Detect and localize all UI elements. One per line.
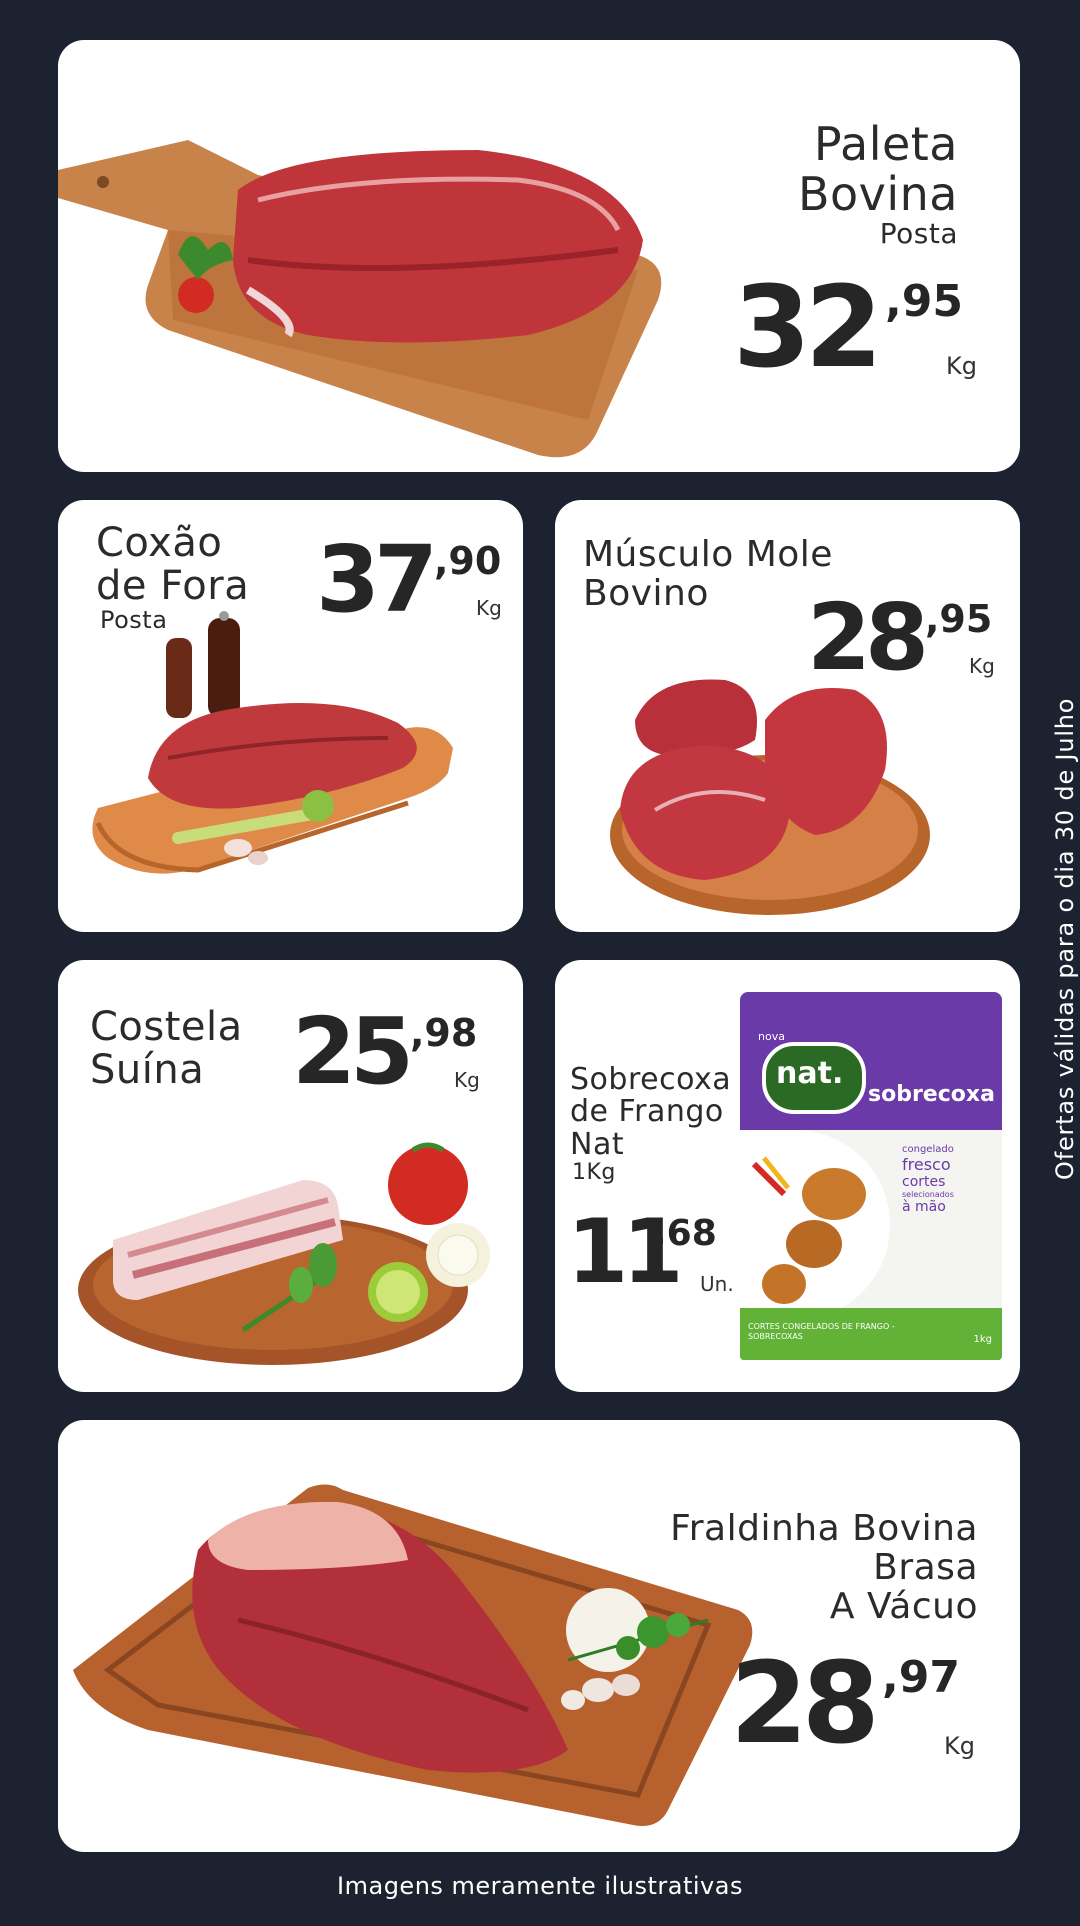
name-line: Paleta bbox=[813, 117, 958, 171]
product-card-costela[interactable]: Costela Suína 25 ,98 Kg bbox=[58, 960, 523, 1392]
lime-icon bbox=[368, 1262, 428, 1322]
pepper-grinder-icon bbox=[166, 611, 240, 718]
price-tag: 32 ,95 Kg bbox=[733, 272, 993, 392]
name-line: de Fora bbox=[96, 563, 250, 610]
product-name: Costela Suína bbox=[90, 1004, 243, 1094]
package-brand: nat. bbox=[776, 1056, 844, 1091]
claim-line: fresco bbox=[902, 1154, 951, 1174]
name-line: Costela bbox=[90, 1004, 243, 1050]
coxao-image bbox=[92, 611, 453, 874]
name-line: Bovina bbox=[797, 166, 958, 221]
chicken-package: nova nat. sobrecoxa congelado fresco cor… bbox=[740, 992, 1002, 1360]
tomato-icon bbox=[388, 1142, 468, 1225]
product-name: Fraldinha Bovina Brasa A Vácuo bbox=[670, 1508, 978, 1627]
price-unit: Kg bbox=[946, 352, 977, 380]
musculo-image bbox=[610, 679, 930, 915]
package-brand-small: nova bbox=[758, 1030, 785, 1043]
price-integer: 25 bbox=[292, 998, 414, 1105]
name-line: Fraldinha Bovina bbox=[670, 1508, 978, 1549]
name-line: Músculo Mole bbox=[583, 534, 833, 575]
name-line: Coxão bbox=[96, 520, 223, 566]
price-cents: ,95 bbox=[885, 276, 963, 327]
meat-icon bbox=[233, 150, 643, 343]
product-detail: 1Kg bbox=[572, 1160, 616, 1186]
costela-image bbox=[78, 1142, 490, 1365]
price-tag: 25 ,98 Kg bbox=[292, 1006, 512, 1106]
package-footer: CORTES CONGELADOS DE FRANGO - SOBRECOXAS bbox=[748, 1322, 895, 1341]
price-integer: 32 bbox=[733, 263, 883, 393]
name-line: A Vácuo bbox=[829, 1585, 978, 1627]
price-unit: Un. bbox=[700, 1272, 734, 1296]
claim-line: cortes bbox=[902, 1173, 946, 1190]
price-cents: ,98 bbox=[410, 1011, 478, 1055]
offer-validity-note: Ofertas válidas para o dia 30 de Julho bbox=[1051, 697, 1079, 1180]
product-detail: Posta bbox=[879, 217, 958, 251]
product-card-musculo[interactable]: Músculo Mole Bovino 28 ,95 Kg bbox=[555, 500, 1020, 932]
price-cents: ,97 bbox=[882, 1652, 960, 1703]
claim-line: à mão bbox=[902, 1199, 946, 1216]
name-line: Sobrecoxa bbox=[570, 1062, 732, 1097]
fraldinha-image bbox=[73, 1484, 753, 1826]
claim-line: selecionados bbox=[902, 1189, 954, 1199]
name-line: Bovino bbox=[583, 572, 709, 614]
product-card-sobrecoxa[interactable]: Sobrecoxa de Frango Nat 1Kg 11 ,68 Un. n… bbox=[555, 960, 1020, 1392]
price-cents: ,90 bbox=[434, 539, 502, 583]
package-claim: congelado fresco cortes selecionados à m… bbox=[902, 1144, 954, 1215]
onion-icon bbox=[426, 1223, 490, 1287]
name-line: Nat bbox=[570, 1126, 625, 1162]
chicken-thigh-icon bbox=[751, 1156, 866, 1304]
package-product: sobrecoxa bbox=[868, 1082, 995, 1107]
price-tag: 11 ,68 Un. bbox=[567, 1208, 737, 1308]
product-card-fraldinha[interactable]: Fraldinha Bovina Brasa A Vácuo 28 ,97 Kg bbox=[58, 1420, 1020, 1852]
package-window: congelado fresco cortes selecionados à m… bbox=[740, 1130, 1002, 1320]
product-name: Músculo Mole Bovino bbox=[583, 534, 833, 614]
name-line: de Frango bbox=[570, 1094, 724, 1130]
price-unit: Kg bbox=[454, 1068, 480, 1092]
paleta-image bbox=[58, 140, 662, 458]
name-line: Brasa bbox=[873, 1546, 978, 1588]
claim-line: congelado bbox=[902, 1144, 954, 1155]
product-card-paleta[interactable]: Paleta Bovina Posta 32 ,95 Kg bbox=[58, 40, 1020, 472]
product-name: Paleta Bovina Posta bbox=[797, 117, 958, 251]
price-cents: ,95 bbox=[925, 597, 993, 641]
package-logo: nat. bbox=[762, 1042, 866, 1114]
price-integer: 28 bbox=[730, 1639, 880, 1769]
disclaimer-note: Imagens meramente ilustrativas bbox=[337, 1872, 743, 1900]
price-unit: Kg bbox=[944, 1732, 975, 1760]
price-unit: Kg bbox=[969, 654, 995, 678]
product-name: Sobrecoxa de Frango Nat 1Kg bbox=[570, 1062, 732, 1186]
price-cents: ,68 bbox=[653, 1213, 717, 1254]
price-tag: 28 ,97 Kg bbox=[730, 1648, 1010, 1768]
package-weight: 1kg bbox=[973, 1334, 992, 1345]
name-line: Suína bbox=[90, 1047, 205, 1094]
product-card-coxao[interactable]: Coxão de Fora Posta 37 ,90 Kg bbox=[58, 500, 523, 932]
